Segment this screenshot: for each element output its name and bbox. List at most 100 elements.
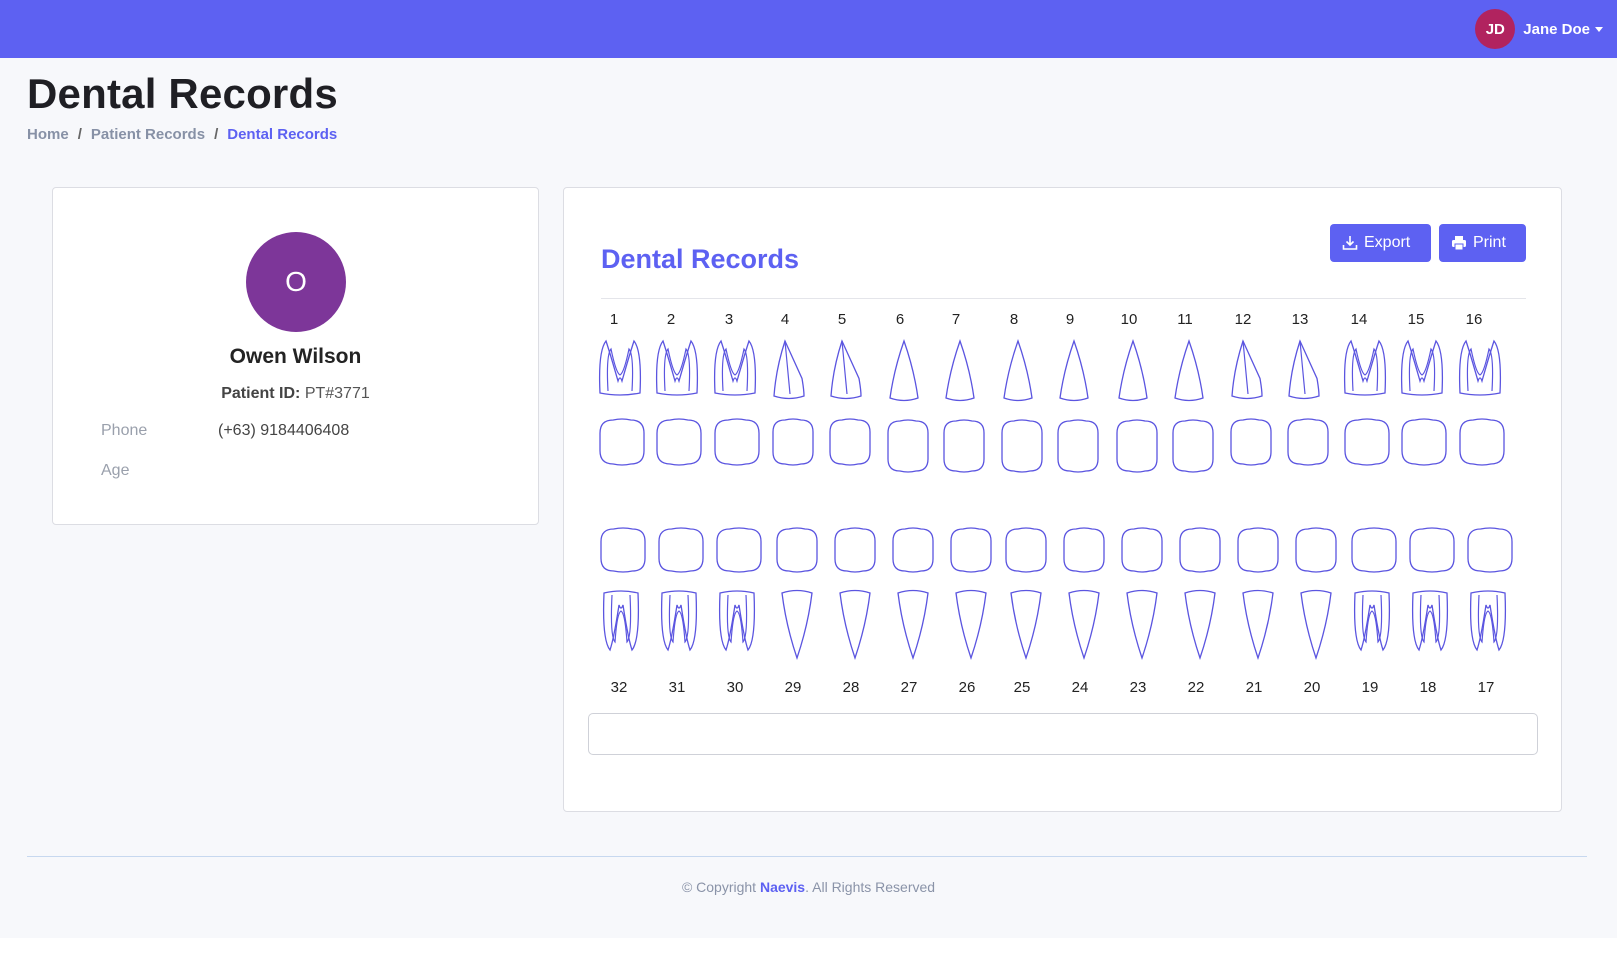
tooth-10-root[interactable] xyxy=(1118,339,1148,402)
tooth-number-21: 21 xyxy=(1245,679,1263,696)
patient-id-label: Patient ID: xyxy=(221,385,301,402)
tooth-15-crown[interactable] xyxy=(1401,418,1447,466)
patient-id: Patient ID: PT#3771 xyxy=(53,385,538,403)
patient-id-value: PT#3771 xyxy=(304,385,370,402)
tooth-21-crown[interactable] xyxy=(1237,527,1279,573)
phone-value: (+63) 9184406408 xyxy=(218,422,350,439)
tooth-18-root[interactable] xyxy=(1411,590,1449,652)
tooth-7-crown[interactable] xyxy=(943,419,985,473)
tooth-7-root[interactable] xyxy=(945,339,975,402)
tooth-16-crown[interactable] xyxy=(1459,418,1505,466)
tooth-6-root[interactable] xyxy=(889,339,919,402)
tooth-number-30: 30 xyxy=(726,679,744,696)
notes-input[interactable] xyxy=(588,713,1538,755)
tooth-10-crown[interactable] xyxy=(1116,419,1158,473)
tooth-number-13: 13 xyxy=(1291,311,1309,328)
tooth-22-crown[interactable] xyxy=(1179,527,1221,573)
user-menu[interactable]: JD Jane Doe xyxy=(1475,9,1603,49)
tooth-3-root[interactable] xyxy=(713,339,757,396)
tooth-19-crown[interactable] xyxy=(1351,527,1397,573)
page-background: JD Jane Doe Dental Records Home / Patien… xyxy=(0,0,1617,938)
tooth-13-root[interactable] xyxy=(1288,339,1320,400)
tooth-number-22: 22 xyxy=(1187,679,1205,696)
tooth-8-crown[interactable] xyxy=(1001,419,1043,473)
tooth-14-root[interactable] xyxy=(1343,339,1387,396)
tooth-number-19: 19 xyxy=(1361,679,1379,696)
tooth-11-crown[interactable] xyxy=(1172,419,1214,473)
dental-records-card: Dental Records Export Print 1 2 3 4 5 6 7 8 9 10 1… xyxy=(563,187,1562,812)
footer-copyright: © Copyright xyxy=(681,879,757,895)
tooth-30-root[interactable] xyxy=(718,590,756,652)
tooth-5-root[interactable] xyxy=(830,339,862,400)
tooth-31-root[interactable] xyxy=(660,590,698,652)
tooth-27-crown[interactable] xyxy=(892,527,934,573)
tooth-21-root[interactable] xyxy=(1242,589,1274,661)
tooth-5-crown[interactable] xyxy=(829,418,871,466)
tooth-1-crown[interactable] xyxy=(599,418,645,466)
top-navbar: JD Jane Doe xyxy=(0,0,1617,58)
tooth-26-crown[interactable] xyxy=(950,527,992,573)
tooth-24-crown[interactable] xyxy=(1063,527,1105,573)
breadcrumb-home[interactable]: Home xyxy=(27,126,69,143)
tooth-number-27: 27 xyxy=(900,679,918,696)
tooth-20-crown[interactable] xyxy=(1295,527,1337,573)
tooth-number-28: 28 xyxy=(842,679,860,696)
tooth-number-14: 14 xyxy=(1350,311,1368,328)
tooth-23-root[interactable] xyxy=(1126,589,1158,661)
tooth-2-root[interactable] xyxy=(655,339,699,396)
chevron-down-icon xyxy=(1595,26,1603,32)
tooth-11-root[interactable] xyxy=(1174,339,1204,402)
tooth-23-crown[interactable] xyxy=(1121,527,1163,573)
tooth-28-root[interactable] xyxy=(839,589,871,661)
tooth-24-root[interactable] xyxy=(1068,589,1100,661)
footer-brand[interactable]: Naevis xyxy=(760,879,805,895)
tooth-number-9: 9 xyxy=(1065,311,1075,328)
tooth-17-crown[interactable] xyxy=(1467,527,1513,573)
tooth-8-root[interactable] xyxy=(1003,339,1033,402)
patient-name: Owen Wilson xyxy=(229,345,362,368)
tooth-27-root[interactable] xyxy=(897,589,929,661)
tooth-3-crown[interactable] xyxy=(714,418,760,466)
tooth-number-20: 20 xyxy=(1303,679,1321,696)
tooth-16-root[interactable] xyxy=(1458,339,1502,396)
footer-divider xyxy=(27,856,1587,857)
breadcrumb-patient-records[interactable]: Patient Records xyxy=(91,126,205,143)
tooth-22-root[interactable] xyxy=(1184,589,1216,661)
tooth-number-11: 11 xyxy=(1177,311,1193,328)
tooth-20-root[interactable] xyxy=(1300,589,1332,661)
phone-label: Phone xyxy=(101,422,148,439)
tooth-18-crown[interactable] xyxy=(1409,527,1455,573)
tooth-2-crown[interactable] xyxy=(656,418,702,466)
page-title: Dental Records xyxy=(27,70,338,117)
tooth-number-24: 24 xyxy=(1071,679,1089,696)
tooth-32-root[interactable] xyxy=(602,590,640,652)
breadcrumb-current: Dental Records xyxy=(227,126,338,143)
tooth-26-root[interactable] xyxy=(955,589,987,661)
tooth-6-crown[interactable] xyxy=(887,419,929,473)
tooth-19-root[interactable] xyxy=(1353,590,1391,652)
footer-suffix: . All Rights Reserved xyxy=(805,879,936,895)
tooth-29-root[interactable] xyxy=(781,589,813,661)
tooth-4-crown[interactable] xyxy=(772,418,814,466)
tooth-9-root[interactable] xyxy=(1059,339,1089,402)
tooth-28-crown[interactable] xyxy=(834,527,876,573)
tooth-4-root[interactable] xyxy=(773,339,805,400)
tooth-number-2: 2 xyxy=(666,311,676,328)
tooth-32-crown[interactable] xyxy=(600,527,646,573)
tooth-14-crown[interactable] xyxy=(1344,418,1390,466)
tooth-12-root[interactable] xyxy=(1231,339,1263,400)
tooth-number-15: 15 xyxy=(1407,311,1425,328)
tooth-1-root[interactable] xyxy=(598,339,642,396)
tooth-25-root[interactable] xyxy=(1010,589,1042,661)
tooth-13-crown[interactable] xyxy=(1287,418,1329,466)
tooth-17-root[interactable] xyxy=(1469,590,1507,652)
tooth-number-29: 29 xyxy=(784,679,802,696)
tooth-25-crown[interactable] xyxy=(1005,527,1047,573)
tooth-30-crown[interactable] xyxy=(716,527,762,573)
tooth-31-crown[interactable] xyxy=(658,527,704,573)
tooth-29-crown[interactable] xyxy=(776,527,818,573)
tooth-12-crown[interactable] xyxy=(1230,418,1272,466)
tooth-15-root[interactable] xyxy=(1400,339,1444,396)
tooth-9-crown[interactable] xyxy=(1057,419,1099,473)
patient-avatar: O xyxy=(246,232,346,332)
